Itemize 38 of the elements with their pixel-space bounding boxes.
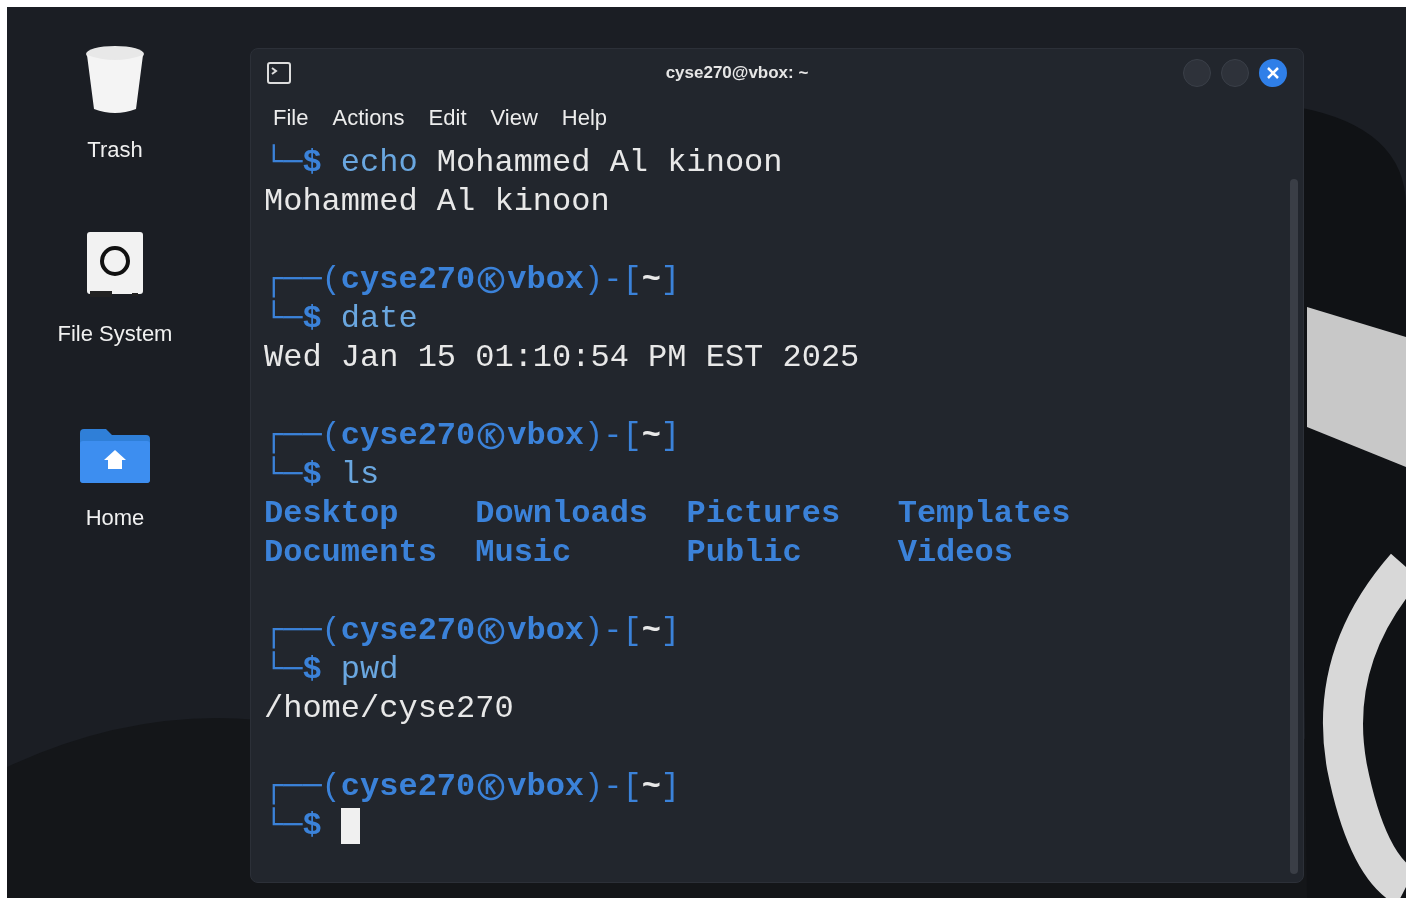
directory-name: Downloads: [475, 494, 650, 533]
command-line: └─$: [264, 806, 1285, 845]
home-folder-icon: [80, 429, 150, 483]
output-line: /home/cyse270: [264, 689, 515, 728]
menu-item[interactable]: View: [490, 100, 538, 134]
desktop-icon-label[interactable]: Trash: [87, 133, 143, 166]
menu-item[interactable]: Help: [561, 100, 608, 134]
minimize-button[interactable]: [1183, 59, 1211, 87]
drive-icon: [86, 231, 144, 299]
close-icon: [1267, 67, 1279, 79]
prompt-line: ┌──(cyse270 vbox)-[~]: [264, 611, 682, 650]
menu-item[interactable]: Actions: [332, 100, 405, 134]
directory-name: Public: [686, 533, 803, 572]
directory-name: Templates: [897, 494, 1072, 533]
directory-name: Pictures: [686, 494, 842, 533]
maximize-button[interactable]: [1221, 59, 1249, 87]
command-line: └─$ ls: [264, 455, 381, 494]
scrollbar-thumb[interactable]: [1290, 179, 1298, 874]
desktop-icon-label[interactable]: File System: [57, 317, 173, 350]
trash-bin-icon: [84, 45, 146, 115]
output-line: Mohammed Al kinoon: [264, 182, 611, 221]
window-title: cyse270@vbox: ~: [664, 62, 810, 85]
menu-item[interactable]: File: [273, 100, 309, 134]
terminal-icon: [267, 62, 291, 84]
prompt-line: ┌──(cyse270 vbox)-[~]: [264, 260, 682, 299]
close-button[interactable]: [1259, 59, 1287, 87]
command-line: └─$ echo Mohammed Al kinoon: [264, 143, 784, 182]
directory-name: Documents: [264, 533, 438, 572]
prompt-line: ┌──(cyse270 vbox)-[~]: [264, 767, 682, 806]
output-line: Wed Jan 15 01:10:54 PM EST 2025: [264, 338, 861, 377]
directory-name: Videos: [897, 533, 1014, 572]
directory-name: Music: [475, 533, 573, 572]
desktop-icon-label[interactable]: Home: [85, 501, 145, 534]
directory-name: Desktop: [264, 494, 400, 533]
command-line: └─$ date: [264, 299, 419, 338]
menu-item[interactable]: Edit: [428, 100, 467, 134]
command-line: └─$ pwd: [264, 650, 400, 689]
prompt-line: ┌──(cyse270 vbox)-[~]: [264, 416, 682, 455]
